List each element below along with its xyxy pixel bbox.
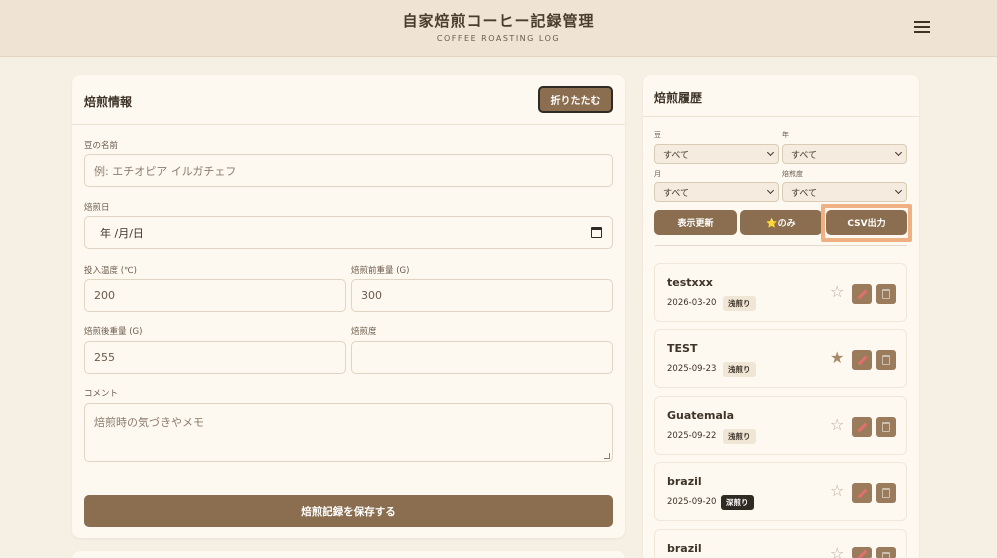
post-weight-label: 焙煎後重量 (G) [84, 327, 143, 337]
year-filter-value: すべて [791, 150, 818, 161]
app-header: 自家焙煎コーヒー記録管理 COFFEE ROASTING LOG [0, 0, 997, 57]
edit-button[interactable] [852, 483, 872, 503]
roast-date-label: 焙煎日 [84, 203, 110, 213]
bean-name-label: 豆の名前 [84, 141, 119, 151]
bean-filter-value: すべて [663, 150, 690, 161]
delete-button[interactable] [876, 417, 896, 437]
temp-label: 投入温度 (℃) [84, 266, 137, 276]
chevron-down-icon [894, 148, 903, 157]
trash-icon [882, 422, 890, 432]
edit-button[interactable] [852, 350, 872, 370]
star-outline-icon[interactable]: ☆ [830, 284, 844, 300]
delete-button[interactable] [876, 284, 896, 304]
star-outline-icon[interactable]: ☆ [830, 546, 844, 558]
roast-level-badge: 浅煎り [723, 362, 756, 377]
star-outline-icon[interactable]: ☆ [830, 417, 844, 433]
roast-date-value: 年 /月/日 [100, 226, 144, 240]
form-title: 焙煎情報 [84, 95, 133, 109]
comment-placeholder: 焙煎時の気づきやメモ [94, 416, 204, 429]
collapse-button[interactable]: 折りたたむ [538, 86, 613, 113]
bean-name-input[interactable]: 例: エチオピア イルガチェフ [84, 154, 613, 187]
entry-name: Guatemala [667, 409, 735, 422]
app-title: 自家焙煎コーヒー記録管理 [402, 12, 595, 30]
pencil-icon [857, 488, 868, 499]
secondary-card [72, 551, 625, 558]
month-filter-select[interactable]: すべて [654, 182, 779, 202]
pre-weight-input[interactable]: 300 [351, 279, 613, 312]
calendar-icon[interactable] [591, 227, 602, 238]
post-weight-input[interactable]: 255 [84, 341, 346, 374]
bean-filter-select[interactable]: すべて [654, 144, 779, 164]
comment-textarea[interactable]: 焙煎時の気づきやメモ [84, 403, 613, 462]
history-entry[interactable]: brazil ☆ [654, 529, 907, 558]
trash-icon [882, 289, 890, 299]
history-title: 焙煎履歴 [654, 91, 703, 105]
star-filled-icon[interactable]: ★ [830, 350, 844, 366]
chevron-down-icon [894, 186, 903, 195]
edit-button[interactable] [852, 547, 872, 558]
roast-date-input[interactable]: 年 /月/日 [84, 216, 613, 249]
history-divider [655, 245, 907, 246]
save-record-button[interactable]: 焙煎記録を保存する [84, 495, 613, 527]
pre-weight-label: 焙煎前重量 (G) [351, 266, 410, 276]
entry-date: 2025-09-20 [667, 497, 717, 507]
history-entry[interactable]: Guatemala 2025-09-22 浅煎り ☆ [654, 396, 907, 455]
level-filter-label: 焙煎度 [782, 170, 803, 178]
app-subtitle: COFFEE ROASTING LOG [436, 34, 561, 43]
pencil-icon [857, 549, 868, 558]
delete-button[interactable] [876, 547, 896, 558]
history-entry[interactable]: testxxx 2026-03-20 浅煎り ☆ [654, 263, 907, 322]
menu-icon[interactable] [912, 18, 932, 34]
year-filter-select[interactable]: すべて [782, 144, 907, 164]
delete-button[interactable] [876, 483, 896, 503]
chevron-down-icon [766, 186, 775, 195]
level-filter-select[interactable]: すべて [782, 182, 907, 202]
star-outline-icon[interactable]: ☆ [830, 483, 844, 499]
pencil-icon [857, 422, 868, 433]
resize-grip-icon[interactable] [604, 453, 610, 459]
chevron-down-icon [766, 148, 775, 157]
roast-level-input[interactable] [351, 341, 613, 374]
comment-label: コメント [84, 389, 119, 399]
year-filter-label: 年 [782, 131, 789, 139]
edit-button[interactable] [852, 284, 872, 304]
roast-level-badge: 浅煎り [723, 429, 756, 444]
entry-name: brazil [667, 542, 702, 555]
edit-button[interactable] [852, 417, 872, 437]
pencil-icon [857, 289, 868, 300]
entry-name: testxxx [667, 276, 713, 289]
roast-level-label: 焙煎度 [351, 327, 377, 337]
history-entry[interactable]: TEST 2025-09-23 浅煎り ★ [654, 329, 907, 388]
month-filter-value: すべて [663, 188, 690, 199]
entry-date: 2025-09-23 [667, 364, 717, 374]
level-filter-value: すべて [791, 188, 818, 199]
month-filter-label: 月 [654, 170, 661, 178]
roast-level-badge: 深煎り [721, 495, 754, 510]
roast-level-badge: 浅煎り [723, 296, 756, 311]
pencil-icon [857, 355, 868, 366]
trash-icon [882, 552, 890, 558]
entry-date: 2026-03-20 [667, 298, 717, 308]
temp-input[interactable]: 200 [84, 279, 346, 312]
favorites-only-button[interactable]: ⭐のみ [740, 210, 822, 235]
entry-name: brazil [667, 475, 702, 488]
history-entry[interactable]: brazil 2025-09-20 深煎り ☆ [654, 462, 907, 521]
delete-button[interactable] [876, 350, 896, 370]
trash-icon [882, 488, 890, 498]
bean-filter-label: 豆 [654, 131, 661, 139]
csv-export-button[interactable]: CSV出力 [826, 210, 907, 235]
refresh-button[interactable]: 表示更新 [654, 210, 737, 235]
entry-name: TEST [667, 342, 698, 355]
entry-date: 2025-09-22 [667, 431, 717, 441]
trash-icon [882, 355, 890, 365]
